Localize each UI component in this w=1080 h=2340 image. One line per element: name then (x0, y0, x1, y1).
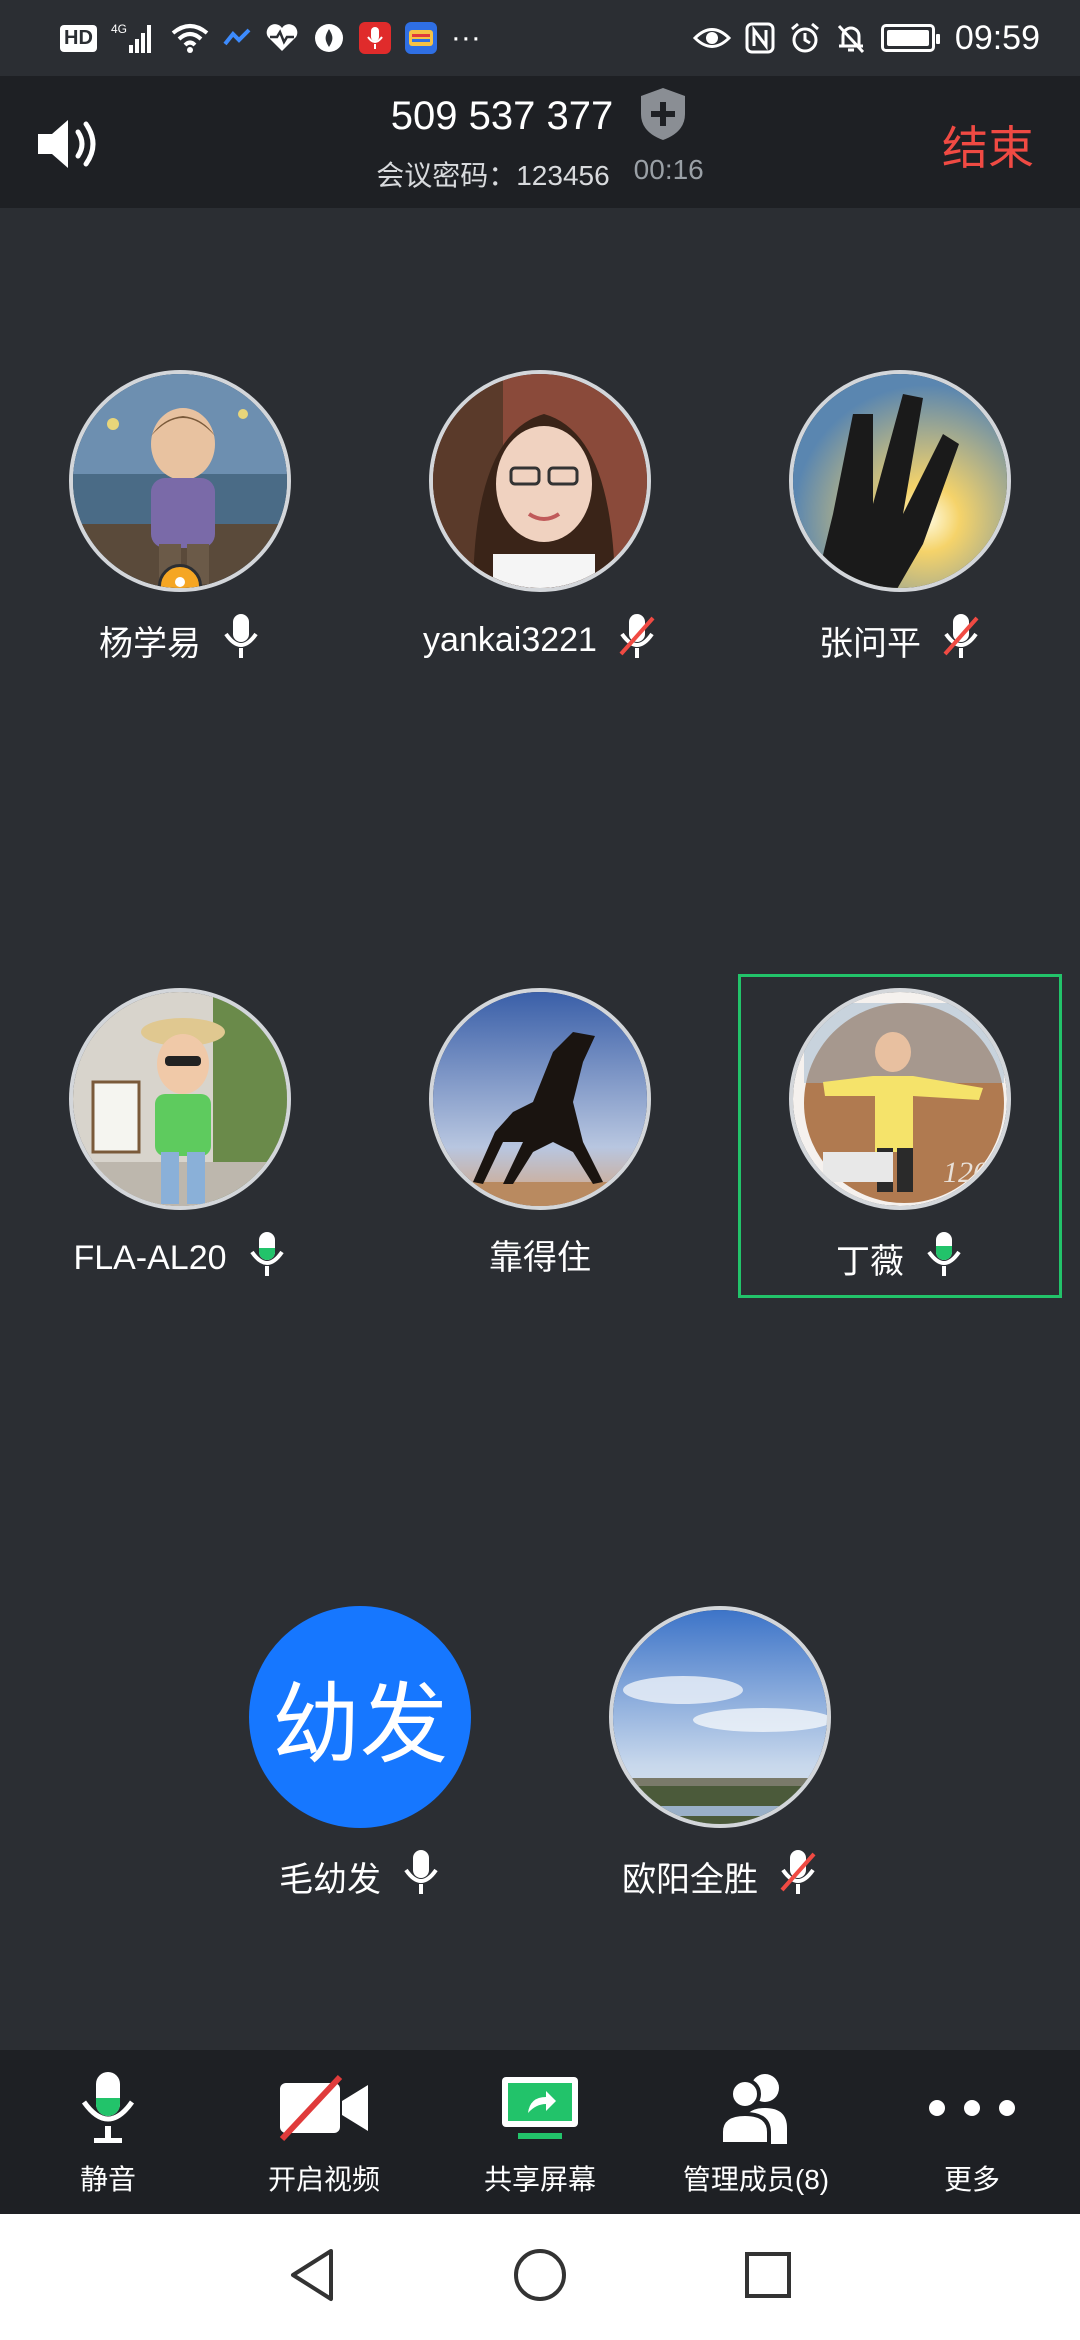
battery-icon (880, 24, 940, 52)
participant-name: 张问平 (819, 625, 921, 663)
wifi-icon (171, 20, 209, 56)
more-label: 更多 (943, 2164, 1000, 2195)
meeting-id[interactable]: 509 537 377 (391, 94, 613, 139)
status-time: 09:59 (954, 18, 1040, 57)
mute-button[interactable]: 静音 (3, 2068, 213, 2198)
participant-tile[interactable]: 120 丁薇 (720, 988, 1080, 1287)
back-icon[interactable] (287, 2247, 337, 2308)
end-meeting-button[interactable]: 结束 (942, 112, 1034, 178)
more-dots: ··· (450, 21, 481, 54)
participant-tile[interactable]: 幼发 毛幼发 (180, 1606, 540, 1905)
participant-name: 杨学易 (99, 625, 201, 663)
eye-icon (692, 20, 731, 56)
participant-name: yankai3221 (423, 621, 597, 659)
participant-tile[interactable]: FLA-AL20 (0, 988, 360, 1287)
avatar (69, 988, 291, 1210)
video-off-icon (276, 2068, 372, 2148)
avatar (789, 370, 1011, 592)
participant-name-row: 靠得住 (360, 1230, 720, 1279)
participant-tile[interactable]: 欧阳全胜 (540, 1606, 900, 1905)
meeting-timer: 00:16 (633, 154, 704, 185)
avatar (429, 370, 651, 592)
mic-icon (78, 2068, 138, 2148)
bell-off-icon (835, 20, 867, 56)
app-icon (223, 20, 251, 56)
participant-name: 毛幼发 (279, 1861, 381, 1899)
participant-name-row: 欧阳全胜 (540, 1848, 900, 1905)
share-screen-button[interactable]: 共享屏幕 (435, 2068, 645, 2198)
status-right-icons: 09:59 (692, 18, 1040, 58)
signal-4g-icon: 4G (111, 20, 157, 56)
alarm-icon (789, 20, 821, 56)
share-label: 共享屏幕 (483, 2164, 596, 2195)
participant-name-row: yankai3221 (360, 612, 720, 669)
mute-label: 静音 (79, 2164, 136, 2195)
shield-icon[interactable] (637, 86, 689, 147)
mic-muted-icon (778, 1848, 818, 1905)
meeting-id-row: 509 537 377 (0, 86, 1080, 147)
participant-name-row: 丁薇 (720, 1230, 1080, 1287)
mic-muted-icon (941, 612, 981, 669)
meeting-header: 509 537 377 会议密码：123456 00:16 结束 (0, 76, 1080, 208)
mic-icon (221, 612, 261, 669)
members-icon (713, 2068, 799, 2148)
svg-text:120: 120 (943, 1156, 988, 1189)
mic-muted-icon (617, 612, 657, 669)
participant-name: FLA-AL20 (73, 1239, 227, 1277)
participant-name-row: FLA-AL20 (0, 1230, 360, 1287)
avatar (609, 1606, 831, 1828)
text-avatar: 幼发 (249, 1606, 471, 1828)
participant-tile[interactable]: 张问平 (720, 370, 1080, 669)
manage-members-button[interactable]: 管理成员(8) (651, 2068, 861, 2198)
mic-icon (401, 1848, 441, 1905)
hd-icon: HD (60, 24, 97, 52)
video-label: 开启视频 (267, 2164, 380, 2195)
system-nav-bar (0, 2214, 1080, 2340)
mic-speaking-icon (924, 1230, 964, 1287)
app-icon (313, 20, 345, 56)
recents-icon[interactable] (743, 2250, 793, 2305)
mic-app-icon (358, 22, 391, 54)
status-left-icons: HD 4G ··· (60, 20, 481, 56)
participant-name-row: 毛幼发 (180, 1848, 540, 1905)
health-icon (265, 20, 299, 56)
home-icon[interactable] (512, 2247, 568, 2308)
nfc-icon (745, 20, 775, 56)
participant-tile[interactable]: yankai3221 (360, 370, 720, 669)
share-screen-icon (498, 2068, 582, 2148)
svg-text:4G: 4G (111, 22, 127, 36)
participant-name: 丁薇 (836, 1243, 904, 1281)
members-label: 管理成员(8) (682, 2164, 830, 2195)
status-bar: HD 4G ··· 09:59 (0, 0, 1080, 76)
avatar (429, 988, 651, 1210)
participant-name: 靠得住 (489, 1239, 591, 1277)
more-button[interactable]: 更多 (867, 2068, 1077, 2198)
start-video-button[interactable]: 开启视频 (219, 2068, 429, 2198)
avatar (69, 370, 291, 592)
meeting-toolbar: 静音 开启视频 共享屏幕 管理成员(8) 更多 (0, 2050, 1080, 2214)
avatar: 120 (789, 988, 1011, 1210)
mic-speaking-icon (247, 1230, 287, 1287)
participant-name-row: 杨学易 (0, 612, 360, 669)
participant-name: 欧阳全胜 (622, 1861, 758, 1899)
more-icon (927, 2068, 1017, 2148)
participant-tile[interactable]: 靠得住 (360, 988, 720, 1279)
meeting-info: 会议密码：123456 00:16 (0, 154, 1080, 194)
meeting-password: 会议密码：123456 (376, 160, 610, 191)
participant-name-row: 张问平 (720, 612, 1080, 669)
app-icon (404, 22, 437, 54)
participant-tile[interactable]: 杨学易 (0, 370, 360, 669)
